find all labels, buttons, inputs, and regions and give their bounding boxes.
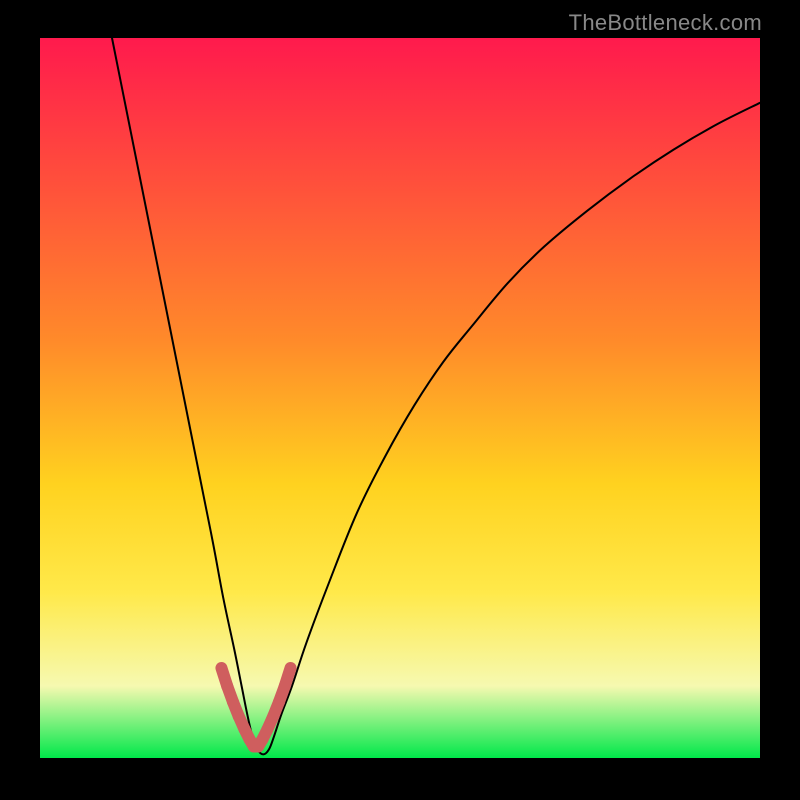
highlight-segment	[285, 668, 291, 686]
main-curve-path	[112, 38, 760, 754]
highlight-group	[221, 668, 290, 746]
attribution-text: TheBottleneck.com	[569, 10, 762, 36]
outer-frame: TheBottleneck.com	[0, 0, 800, 800]
curve-layer	[40, 38, 760, 758]
plot-area	[40, 38, 760, 758]
